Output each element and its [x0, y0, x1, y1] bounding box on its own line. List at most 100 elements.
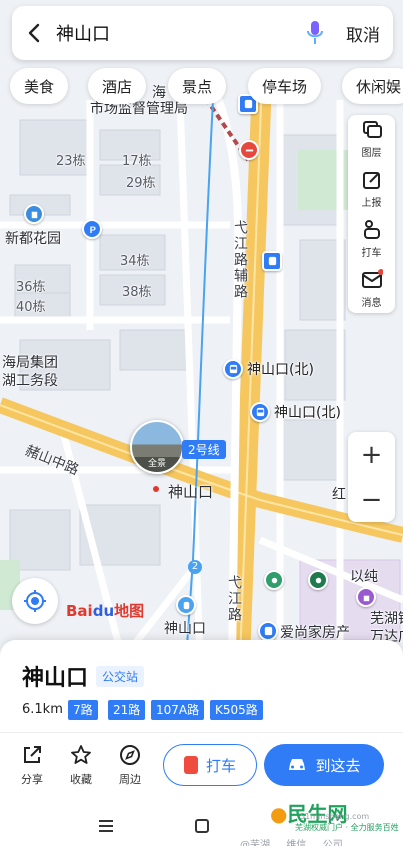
- home-button[interactable]: [195, 819, 209, 833]
- taxi-button[interactable]: 打车: [163, 744, 257, 786]
- map-view[interactable]: 23栋 17栋 29栋 新都花园 34栋 36栋 38栋 40栋 海局集团 湖工…: [0, 0, 403, 660]
- road-label: 弋江路: [226, 575, 242, 623]
- no-entry-marker: [239, 140, 259, 160]
- map-tools-panel: 图层 上报 打车 消息: [348, 115, 395, 313]
- map-label: 34栋: [120, 254, 150, 269]
- crosshair-icon: [24, 590, 46, 612]
- map-label: 爱尚家房产: [280, 625, 350, 641]
- report-icon: [362, 172, 380, 189]
- metro-line-badge: 2号线: [182, 440, 226, 459]
- microphone-icon: [307, 21, 323, 44]
- map-label: 23栋: [56, 154, 86, 169]
- map-label: 以纯: [350, 569, 378, 585]
- bus-icon: [223, 359, 243, 379]
- category-chip-food[interactable]: 美食: [10, 68, 69, 104]
- layers-button[interactable]: 图层: [348, 115, 395, 163]
- zoom-controls: + −: [348, 432, 395, 522]
- road-label: 弋江路辅路: [232, 220, 248, 300]
- nearby-button[interactable]: 周边: [108, 744, 152, 787]
- zoom-in-button[interactable]: +: [348, 432, 395, 477]
- watermark-caption: @芜湖 … 维信 … 公司: [240, 840, 343, 846]
- watermark-logo-mark: ●: [270, 802, 288, 826]
- taxi-tool-button[interactable]: 打车: [348, 215, 395, 263]
- watermark-domain: 51minsheng.com: [300, 812, 370, 821]
- zoom-out-button[interactable]: −: [348, 477, 395, 522]
- bus-stop-marker[interactable]: [258, 621, 278, 641]
- baidu-map-logo: Baidu地图: [66, 600, 144, 621]
- category-chip-leisure[interactable]: 休闲娱: [342, 68, 403, 104]
- shopping-marker[interactable]: [356, 587, 376, 607]
- voice-input-button[interactable]: [297, 6, 333, 60]
- taxi-icon: [363, 220, 380, 239]
- message-icon: [361, 269, 383, 288]
- message-button[interactable]: 消息: [348, 265, 395, 313]
- logo-text: du: [92, 602, 115, 620]
- bus-stop-marker[interactable]: 神山口(北): [223, 359, 314, 379]
- action-label: 分享: [21, 773, 43, 786]
- divider: [0, 732, 403, 733]
- bus-stop-marker[interactable]: 神山口(北): [250, 402, 341, 422]
- car-icon: [289, 759, 306, 770]
- search-bar: 神山口 取消: [12, 6, 393, 60]
- place-type-badge: 公交站: [96, 666, 145, 687]
- map-label: 红: [332, 487, 346, 503]
- favorite-button[interactable]: 收藏: [59, 744, 103, 787]
- back-arrow-icon: [28, 23, 40, 43]
- locate-me-button[interactable]: [12, 578, 58, 624]
- search-input[interactable]: 神山口: [56, 20, 297, 46]
- category-chip-scenic[interactable]: 景点: [168, 68, 227, 104]
- map-label: 29栋: [126, 176, 156, 191]
- bus-icon: [262, 251, 282, 271]
- poi-marker[interactable]: [264, 570, 284, 590]
- bus-route-tag[interactable]: K505路: [210, 700, 263, 720]
- map-label: 38栋: [122, 285, 152, 300]
- category-chip-parking[interactable]: 停车场: [248, 68, 322, 104]
- map-label: 湖工务段: [2, 373, 58, 389]
- bus-route-tag[interactable]: 7路: [68, 700, 98, 720]
- map-label: 40栋: [16, 300, 46, 315]
- action-label: 周边: [119, 773, 141, 786]
- bus-stop-marker[interactable]: [262, 251, 282, 271]
- bus-icon: [250, 402, 270, 422]
- tool-label: 消息: [361, 298, 382, 309]
- coffee-icon: [308, 570, 328, 590]
- tool-label: 打车: [361, 248, 382, 259]
- map-label: 36栋: [16, 280, 46, 295]
- building-icon: [24, 204, 44, 224]
- logo-text: Bai: [66, 602, 93, 620]
- bus-icon: [258, 621, 278, 641]
- selected-stop-label[interactable]: 神山口: [168, 481, 213, 502]
- bus-stop-label: 神山口(北): [274, 405, 341, 421]
- no-entry-icon: [239, 140, 259, 160]
- category-chip-hotel[interactable]: 酒店: [88, 68, 147, 104]
- shopping-icon: [356, 587, 376, 607]
- metro-station-marker[interactable]: [176, 595, 196, 615]
- taxi-button-label: 打车: [205, 756, 236, 775]
- cancel-button[interactable]: 取消: [333, 21, 393, 46]
- report-button[interactable]: 上报: [348, 165, 395, 213]
- parking-marker[interactable]: P: [82, 219, 102, 239]
- route-number-marker: 2: [188, 560, 202, 574]
- bus-route-tag[interactable]: 107A路: [151, 700, 205, 720]
- panorama-thumbnail[interactable]: 全景: [130, 420, 184, 474]
- map-label: 海: [152, 85, 166, 101]
- star-icon: [71, 745, 91, 764]
- school-marker[interactable]: [24, 204, 44, 224]
- distance-text: 6.1km: [22, 702, 63, 717]
- metro-icon: [176, 595, 196, 615]
- taxi-icon: [183, 756, 198, 774]
- map-label: 芜湖镜: [370, 611, 403, 627]
- go-here-button[interactable]: 到这去: [264, 744, 384, 786]
- map-label: 神山口: [164, 621, 206, 637]
- svg-text:P: P: [89, 225, 95, 235]
- watermark-subtitle: 芜湖权威门户 · 全力服务百姓: [295, 823, 399, 832]
- menu-icon[interactable]: [98, 819, 114, 833]
- place-title: 神山口: [22, 666, 89, 691]
- map-label: 海局集团: [2, 355, 58, 371]
- starbucks-marker[interactable]: [308, 570, 328, 590]
- back-button[interactable]: [12, 6, 56, 60]
- tool-label: 图层: [361, 148, 382, 159]
- share-button[interactable]: 分享: [10, 744, 54, 787]
- bus-route-tag[interactable]: 21路: [108, 700, 146, 720]
- action-label: 收藏: [70, 773, 92, 786]
